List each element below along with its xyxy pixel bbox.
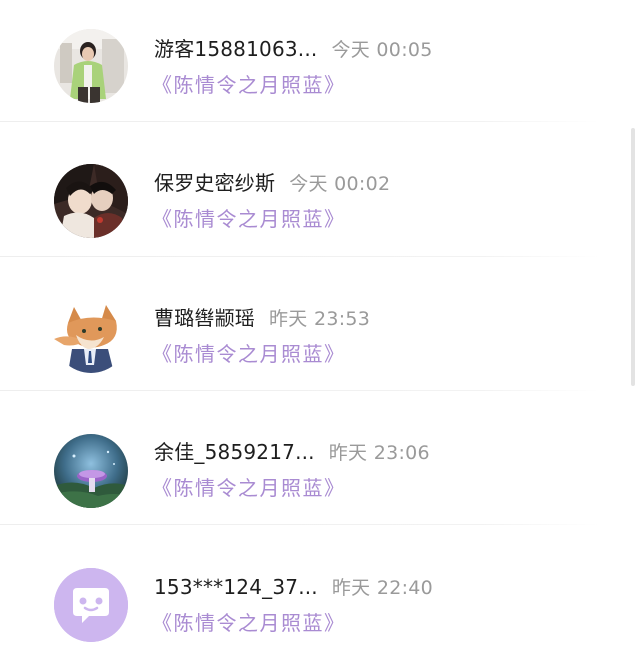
- list-item[interactable]: 余佳_5859217... 昨天 23:06 《陈情令之月照蓝》: [0, 402, 640, 536]
- divider: [0, 390, 600, 391]
- scrollbar[interactable]: [631, 128, 635, 386]
- username: 曹璐辔颛瑶 昨天 23:53: [154, 305, 370, 332]
- fox-character-icon[interactable]: [54, 299, 128, 373]
- comment-list: 游客15881063... 今天 00:05 《陈情令之月照蓝》 保罗史密纱斯 今天…: [0, 0, 640, 650]
- username-text: 曹璐辔颛瑶: [154, 306, 255, 330]
- fantasy-mushroom-icon[interactable]: [54, 434, 128, 508]
- book-title[interactable]: 《陈情令之月照蓝》: [152, 206, 346, 232]
- book-title[interactable]: 《陈情令之月照蓝》: [152, 72, 346, 98]
- timestamp: 昨天 22:40: [331, 577, 434, 599]
- divider: [0, 256, 600, 257]
- divider: [0, 121, 600, 122]
- username: 游客15881063... 今天 00:05: [154, 36, 433, 63]
- photo-girl-green-jacket-icon[interactable]: [54, 29, 128, 103]
- divider: [0, 524, 600, 525]
- list-item[interactable]: 保罗史密纱斯 今天 00:02 《陈情令之月照蓝》: [0, 134, 640, 268]
- username: 153***124_37... 昨天 22:40: [154, 574, 433, 601]
- username-text: 余佳_5859217...: [154, 440, 315, 464]
- timestamp: 昨天 23:53: [269, 308, 371, 330]
- username: 余佳_5859217... 昨天 23:06: [154, 439, 430, 466]
- book-title[interactable]: 《陈情令之月照蓝》: [152, 475, 346, 501]
- book-title[interactable]: 《陈情令之月照蓝》: [152, 610, 346, 636]
- username-text: 游客15881063...: [154, 37, 318, 61]
- username-text: 保罗史密纱斯: [154, 171, 276, 195]
- username-text: 153***124_37...: [154, 575, 318, 599]
- timestamp: 昨天 23:06: [328, 442, 430, 464]
- anime-couple-icon[interactable]: [54, 164, 128, 238]
- list-item[interactable]: 游客15881063... 今天 00:05 《陈情令之月照蓝》: [0, 0, 640, 134]
- book-title[interactable]: 《陈情令之月照蓝》: [152, 341, 346, 367]
- username: 保罗史密纱斯 今天 00:02: [154, 170, 390, 197]
- timestamp: 今天 00:05: [331, 39, 433, 61]
- default-chat-bubble-icon[interactable]: [54, 568, 128, 642]
- list-item[interactable]: 曹璐辔颛瑶 昨天 23:53 《陈情令之月照蓝》: [0, 268, 640, 402]
- timestamp: 今天 00:02: [289, 173, 391, 195]
